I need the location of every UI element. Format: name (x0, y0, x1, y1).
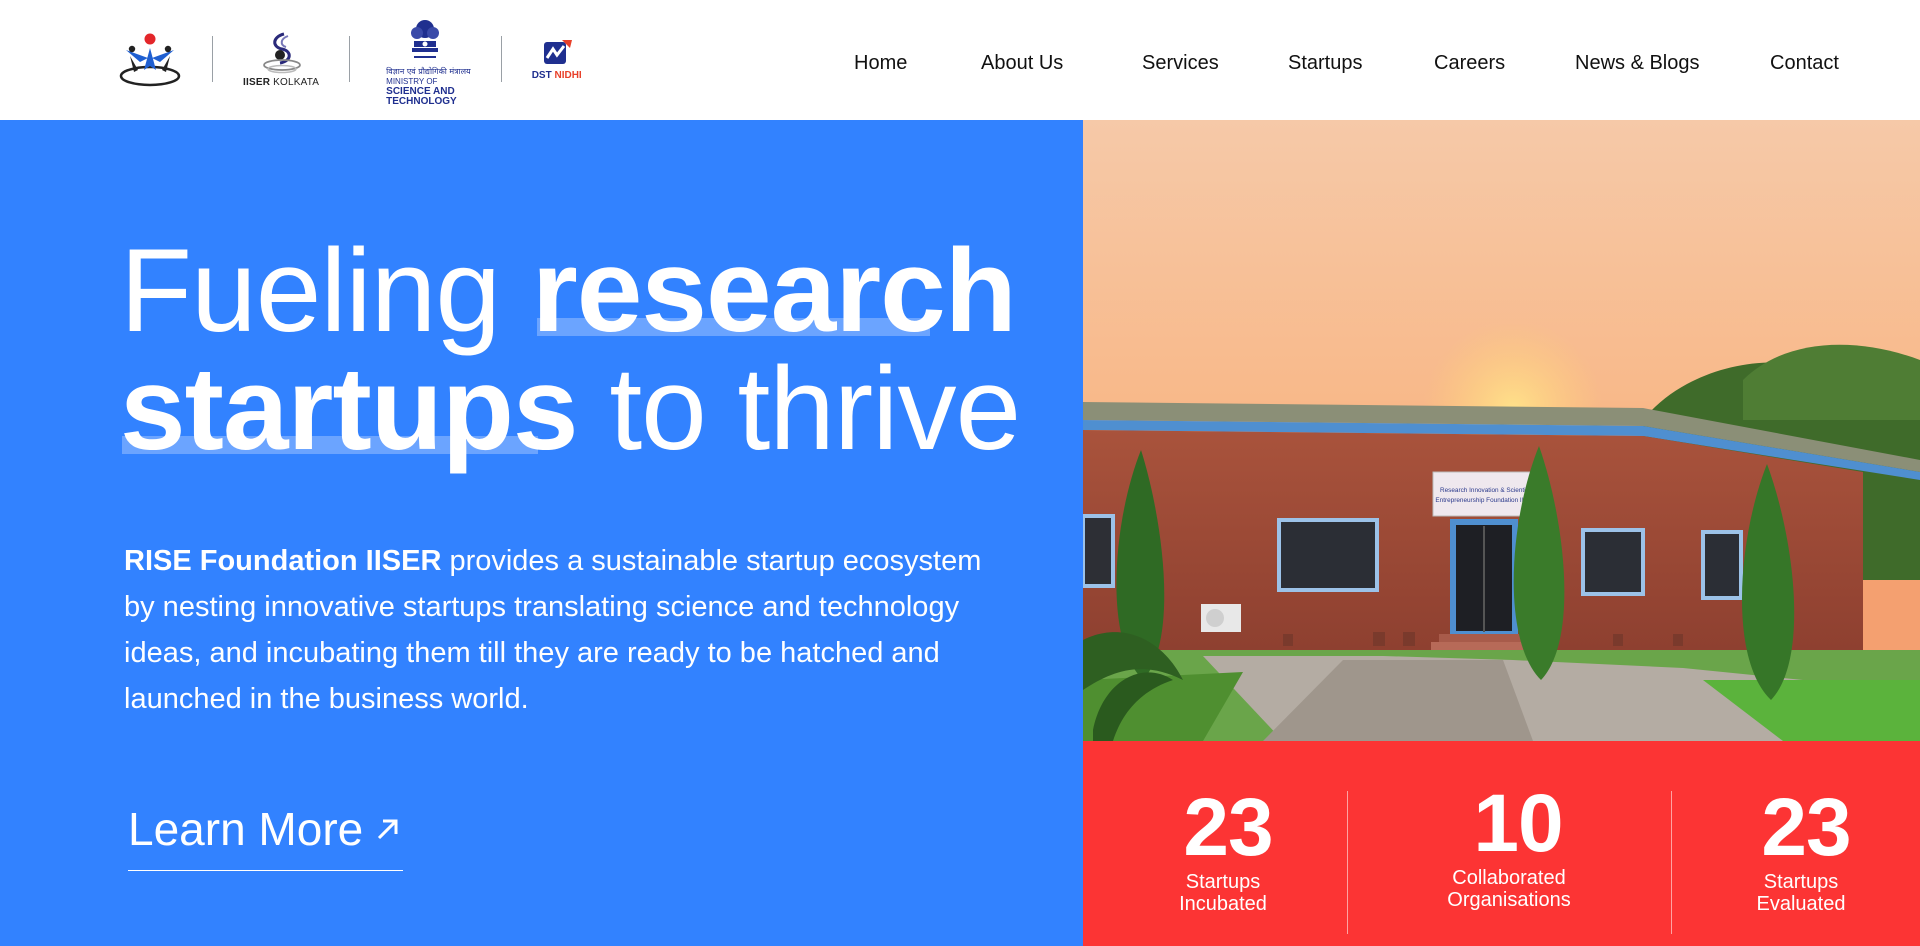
org-name: RISE Foundation IISER (124, 545, 442, 577)
site-header: IISER KOLKATA विज्ञान एवं प्रौद्योगिकी म… (0, 0, 1920, 120)
stat-divider (1347, 791, 1348, 934)
building-photo: Research Innovation & Scientific Entrepr… (1083, 120, 1920, 741)
stat-incubated-label: Startups Incubated (1123, 871, 1323, 915)
headline-emphasis: research (531, 225, 1017, 357)
stat-incubated-value: 23 (1183, 782, 1273, 873)
hero-section: Fueling research startups to thrive RISE… (0, 120, 1083, 946)
headline-line1: Fueling research (120, 232, 1017, 350)
main-nav: Home About Us Services Startups Careers … (0, 52, 1920, 82)
nav-careers[interactable]: Careers (1434, 52, 1505, 75)
arrow-up-right-icon (378, 819, 398, 840)
learn-more-link[interactable]: Learn More (128, 802, 404, 871)
stat-label-line: Startups (1185, 871, 1261, 893)
learn-more-label: Learn More (128, 803, 364, 855)
nav-startups[interactable]: Startups (1288, 52, 1362, 75)
rise-building-image: Research Innovation & Scientific Entrepr… (1083, 120, 1920, 741)
headline-line2: startups to thrive (120, 350, 1021, 468)
sign-line1: Research Innovation & Scientific (1440, 487, 1533, 494)
stat-divider (1671, 791, 1672, 934)
headline-emphasis: startups (120, 343, 579, 475)
sign-line2: Entrepreneurship Foundation IISER (1435, 497, 1537, 504)
stat-label-line: Startups (1763, 871, 1839, 893)
nav-home[interactable]: Home (854, 52, 907, 75)
nav-news-blogs[interactable]: News & Blogs (1575, 52, 1700, 75)
stat-label-line: Incubated (1179, 893, 1267, 915)
nav-about-us[interactable]: About Us (981, 52, 1063, 75)
headline-text: Fueling (120, 225, 532, 357)
hero-description: RISE Foundation IISER provides a sustain… (124, 538, 1004, 722)
nav-services[interactable]: Services (1142, 52, 1219, 75)
ministry-line3: TECHNOLOGY (386, 96, 457, 107)
stat-organisations-value: 10 (1473, 778, 1563, 869)
stat-organisations-label: Collaborated Organisations (1409, 867, 1609, 911)
stat-label-line: Organisations (1447, 889, 1571, 911)
nav-contact[interactable]: Contact (1770, 52, 1839, 75)
stat-evaluated-label: Startups Evaluated (1701, 871, 1901, 915)
headline-text: to thrive (577, 343, 1021, 475)
stat-evaluated-value: 23 (1761, 782, 1851, 873)
stats-panel: 23 Startups Incubated 10 Collaborated Or… (1083, 741, 1920, 946)
stat-label-line: Collaborated (1452, 867, 1566, 889)
stat-label-line: Evaluated (1756, 893, 1846, 915)
